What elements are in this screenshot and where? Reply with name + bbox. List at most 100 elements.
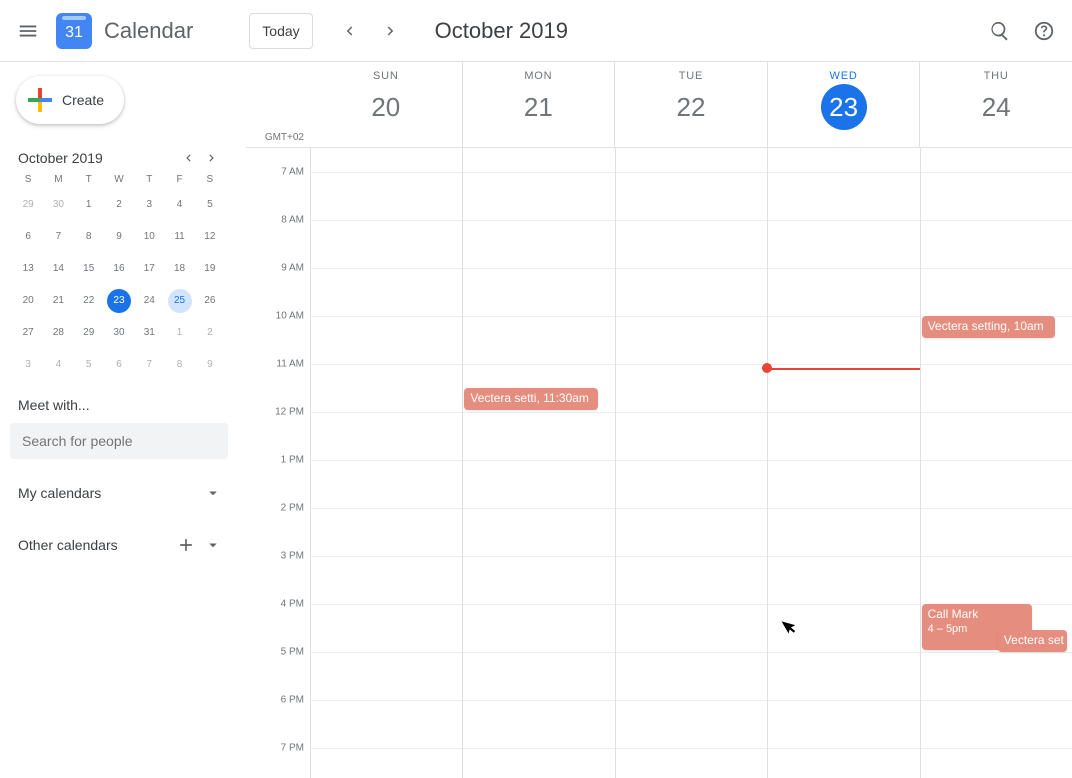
day-number-label: 20 — [363, 84, 409, 130]
mini-cal-day[interactable]: 30 — [107, 321, 131, 345]
mini-cal-dow: W — [105, 174, 133, 185]
day-column-header[interactable]: THU24 — [919, 62, 1072, 147]
day-of-week-label: WED — [768, 70, 920, 82]
my-calendars-label: My calendars — [18, 485, 101, 501]
mini-cal-day[interactable]: 29 — [77, 321, 101, 345]
mini-cal-day[interactable]: 30 — [46, 193, 70, 217]
hour-label: 7 PM — [281, 743, 304, 754]
hour-gridline — [310, 412, 1072, 413]
mini-cal-day[interactable]: 3 — [137, 193, 161, 217]
create-button[interactable]: Create — [16, 76, 124, 124]
day-column-header[interactable]: MON21 — [462, 62, 615, 147]
mini-cal-day[interactable]: 5 — [198, 193, 222, 217]
mini-cal-day[interactable]: 1 — [77, 193, 101, 217]
mini-cal-day[interactable]: 1 — [168, 321, 192, 345]
mini-cal-day[interactable]: 31 — [137, 321, 161, 345]
mini-cal-day[interactable]: 7 — [46, 225, 70, 249]
mini-cal-day[interactable]: 19 — [198, 257, 222, 281]
hour-gridline — [310, 268, 1072, 269]
mini-cal-day[interactable]: 20 — [16, 289, 40, 313]
mini-cal-day[interactable]: 4 — [46, 353, 70, 377]
day-column-header[interactable]: SUN 20 — [310, 62, 462, 147]
mini-cal-day[interactable]: 10 — [137, 225, 161, 249]
hour-gridline — [310, 556, 1072, 557]
day-of-week-label: SUN — [310, 70, 462, 82]
other-calendars-group[interactable]: Other calendars — [10, 527, 228, 563]
other-calendars-label: Other calendars — [18, 537, 118, 553]
mini-cal-day[interactable]: 6 — [16, 225, 40, 249]
hour-label: 9 AM — [281, 263, 304, 274]
plus-icon — [176, 535, 196, 555]
mini-cal-day[interactable]: 2 — [198, 321, 222, 345]
mini-cal-day[interactable]: 13 — [16, 257, 40, 281]
today-button[interactable]: Today — [249, 13, 312, 49]
app-logo[interactable]: 31 — [56, 13, 92, 49]
calendar-event[interactable]: Vectera setti, 11:30am — [464, 388, 597, 410]
mini-calendar: October 2019 SMTWTFS29301234567891011121… — [10, 142, 228, 381]
mini-cal-day[interactable]: 27 — [16, 321, 40, 345]
search-people-input[interactable] — [10, 423, 228, 459]
chevron-left-icon — [340, 22, 358, 40]
day-gridline — [462, 148, 463, 778]
mini-cal-day[interactable]: 9 — [107, 225, 131, 249]
my-calendars-group[interactable]: My calendars — [10, 475, 228, 511]
search-button[interactable] — [980, 11, 1020, 51]
day-of-week-label: THU — [920, 70, 1072, 82]
mini-cal-day[interactable]: 21 — [46, 289, 70, 313]
mini-cal-day[interactable]: 16 — [107, 257, 131, 281]
app-title: Calendar — [104, 18, 193, 44]
help-button[interactable] — [1024, 11, 1064, 51]
hour-label: 3 PM — [281, 551, 304, 562]
mini-cal-day[interactable]: 8 — [168, 353, 192, 377]
mini-cal-dow: F — [165, 174, 193, 185]
mini-cal-day[interactable]: 8 — [77, 225, 101, 249]
hour-label: 6 PM — [281, 695, 304, 706]
hamburger-icon — [17, 20, 39, 42]
mini-cal-day[interactable]: 14 — [46, 257, 70, 281]
day-column-header[interactable]: TUE22 — [614, 62, 767, 147]
header: 31 Calendar Today October 2019 — [0, 0, 1072, 62]
mini-cal-day[interactable]: 17 — [137, 257, 161, 281]
mini-cal-day[interactable]: 6 — [107, 353, 131, 377]
hour-gridline — [310, 364, 1072, 365]
hour-label: 4 PM — [281, 599, 304, 610]
mini-cal-day[interactable]: 3 — [16, 353, 40, 377]
calendar-event[interactable]: Vectera setting, 10am — [922, 316, 1055, 338]
day-column-header[interactable]: WED23 — [767, 62, 920, 147]
time-grid[interactable]: 7 AM8 AM9 AM10 AM11 AM12 PM1 PM2 PM3 PM4… — [246, 148, 1072, 778]
current-period-label: October 2019 — [435, 18, 568, 44]
mini-cal-dow: T — [135, 174, 163, 185]
meet-with-label: Meet with... — [18, 397, 228, 413]
mini-cal-title: October 2019 — [18, 150, 176, 166]
mini-cal-day[interactable]: 5 — [77, 353, 101, 377]
mini-cal-day[interactable]: 24 — [137, 289, 161, 313]
mini-cal-dow: M — [44, 174, 72, 185]
mini-cal-day[interactable]: 9 — [198, 353, 222, 377]
mini-cal-day[interactable]: 18 — [168, 257, 192, 281]
mini-cal-day[interactable]: 25 — [168, 289, 192, 313]
mini-cal-day[interactable]: 11 — [168, 225, 192, 249]
day-gridline — [310, 148, 311, 778]
add-calendar-button[interactable] — [172, 531, 200, 559]
mini-cal-day[interactable]: 26 — [198, 289, 222, 313]
mini-cal-day[interactable]: 28 — [46, 321, 70, 345]
day-header-row: GMT+02 SUN20MON21TUE22WED23THU24 — [246, 62, 1072, 148]
mini-cal-prev[interactable] — [176, 146, 200, 170]
mini-cal-day[interactable]: 29 — [16, 193, 40, 217]
next-period-button[interactable] — [371, 11, 411, 51]
mini-cal-day[interactable]: 2 — [107, 193, 131, 217]
prev-period-button[interactable] — [329, 11, 369, 51]
hour-gridline — [310, 652, 1072, 653]
mini-cal-day[interactable]: 23 — [107, 289, 131, 313]
mini-cal-day[interactable]: 4 — [168, 193, 192, 217]
plus-icon — [28, 88, 52, 112]
mini-cal-next[interactable] — [200, 146, 224, 170]
mini-cal-day[interactable]: 22 — [77, 289, 101, 313]
calendar-event[interactable]: Vectera set — [998, 630, 1067, 652]
main-menu-button[interactable] — [8, 11, 48, 51]
help-icon — [1033, 20, 1055, 42]
mini-cal-day[interactable]: 12 — [198, 225, 222, 249]
mini-cal-day[interactable]: 7 — [137, 353, 161, 377]
mini-cal-day[interactable]: 15 — [77, 257, 101, 281]
day-gridline — [615, 148, 616, 778]
